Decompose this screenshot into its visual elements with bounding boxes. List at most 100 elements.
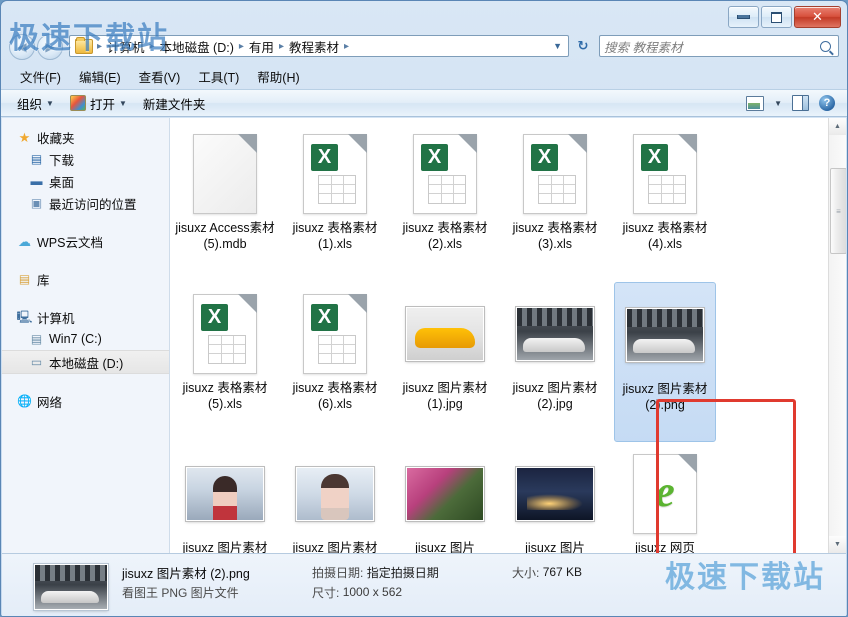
- scroll-up-button[interactable]: ▲: [829, 118, 846, 135]
- sidebar-item-downloads[interactable]: ▤ 下载: [2, 148, 169, 170]
- minimize-button[interactable]: [728, 6, 759, 28]
- sidebar-group-favorites[interactable]: ★ 收藏夹: [2, 126, 169, 148]
- preview-pane-icon[interactable]: [792, 95, 809, 111]
- search-icon: [820, 41, 831, 52]
- sidebar-item-win7-c[interactable]: ▤ Win7 (C:): [2, 328, 169, 350]
- breadcrumb-item-computer[interactable]: 计算机: [104, 37, 148, 56]
- image-thumbnail: [406, 467, 484, 521]
- organize-button[interactable]: 组织 ▼: [9, 91, 62, 116]
- file-item[interactable]: jisuxz 图片素材 (2).jpg: [504, 282, 606, 442]
- details-date-value[interactable]: 指定拍摄日期: [367, 564, 439, 581]
- file-item[interactable]: Xjisuxz 表格素材 (3).xls: [504, 122, 606, 282]
- search-input[interactable]: 搜索 教程素材: [604, 37, 820, 56]
- star-icon: ★: [16, 131, 33, 144]
- file-item[interactable]: Xjisuxz 表格素材 (5).xls: [174, 282, 276, 442]
- back-arrow-icon: ◀: [17, 40, 26, 54]
- file-item[interactable]: Xjisuxz 表格素材 (1).xls: [284, 122, 386, 282]
- breadcrumb-item-youyong[interactable]: 有用: [246, 37, 277, 56]
- sidebar-item-recent-places[interactable]: ▣ 最近访问的位置: [2, 192, 169, 214]
- sidebar-group-libraries[interactable]: ▤ 库: [2, 268, 169, 290]
- file-item[interactable]: jisuxz 图片: [504, 442, 606, 553]
- new-folder-button[interactable]: 新建文件夹: [135, 91, 214, 116]
- file-item[interactable]: jisuxz 图片素材 (1).jpg: [394, 282, 496, 442]
- menu-edit[interactable]: 编辑(E): [70, 65, 130, 88]
- file-item[interactable]: jisuxz 图片素材 (4).jpg: [284, 442, 386, 553]
- file-name-label: jisuxz 表格素材 (5).xls: [175, 380, 275, 412]
- view-layout-icon[interactable]: [746, 96, 764, 111]
- address-dropdown-icon[interactable]: ▼: [553, 41, 566, 51]
- file-thumbnail: e: [633, 448, 697, 540]
- details-size-row: 大小: 767 KB: [512, 562, 692, 582]
- file-list-view[interactable]: jisuxz Access素材 (5).mdbXjisuxz 表格素材 (1).…: [170, 118, 846, 553]
- breadcrumb-item-drive[interactable]: 本地磁盘 (D:): [157, 37, 237, 56]
- sidebar-spacer: [2, 214, 169, 230]
- vertical-scrollbar[interactable]: ▲ ≡ ▼: [828, 118, 846, 553]
- sidebar-spacer: [2, 374, 169, 390]
- image-thumbnail: [626, 308, 704, 362]
- details-column-date: 拍摄日期: 指定拍摄日期 尺寸: 1000 x 562: [312, 562, 512, 602]
- open-app-icon: [70, 95, 86, 111]
- drive-icon: ▭: [28, 356, 45, 368]
- details-size-key: 大小:: [512, 564, 539, 581]
- library-icon: ▤: [16, 273, 33, 285]
- recent-places-icon: ▣: [28, 197, 45, 209]
- sidebar-label: 下载: [49, 150, 74, 169]
- address-bar[interactable]: ▸ 计算机 ▸ 本地磁盘 (D:) ▸ 有用 ▸ 教程素材 ▸ ▼: [69, 35, 569, 57]
- back-button[interactable]: ◀: [9, 34, 35, 60]
- help-icon[interactable]: ?: [819, 95, 835, 111]
- menu-tools[interactable]: 工具(T): [189, 65, 248, 88]
- image-thumbnail: [516, 467, 594, 521]
- sidebar-label: 最近访问的位置: [49, 194, 137, 213]
- chevron-down-icon[interactable]: ▼: [774, 99, 782, 108]
- excel-file-icon: X: [413, 134, 477, 214]
- refresh-button[interactable]: ↻: [571, 35, 595, 57]
- sidebar-label: 网络: [37, 392, 62, 411]
- details-dimensions-value: 1000 x 562: [343, 585, 402, 599]
- details-column-name: jisuxz 图片素材 (2).png 看图王 PNG 图片文件: [122, 562, 312, 602]
- organize-label: 组织: [17, 94, 42, 113]
- breadcrumb-separator: ▸: [342, 41, 351, 52]
- breadcrumb-item-current[interactable]: 教程素材: [286, 37, 342, 56]
- desktop-icon: ▬: [28, 175, 45, 187]
- sidebar-group-computer[interactable]: 🖳 计算机: [2, 306, 169, 328]
- sidebar-item-local-disk-d[interactable]: ▭ 本地磁盘 (D:): [2, 350, 169, 374]
- details-pane: jisuxz 图片素材 (2).png 看图王 PNG 图片文件 拍摄日期: 指…: [2, 553, 846, 616]
- sidebar-spacer: [2, 290, 169, 306]
- command-bar-right: ▼ ?: [746, 95, 839, 111]
- excel-file-icon: X: [303, 294, 367, 374]
- minimize-icon: [737, 15, 750, 19]
- sidebar-label: 桌面: [49, 172, 74, 191]
- maximize-button[interactable]: [761, 6, 792, 28]
- file-item-selected[interactable]: jisuxz 图片素材 (2).png: [614, 282, 716, 442]
- sidebar-label: 本地磁盘 (D:): [49, 353, 123, 372]
- menu-view[interactable]: 查看(V): [130, 65, 190, 88]
- excel-badge-icon: X: [311, 304, 338, 331]
- forward-button[interactable]: ▶: [37, 34, 63, 60]
- command-bar: 组织 ▼ 打开 ▼ 新建文件夹 ▼ ?: [1, 89, 847, 117]
- address-row: ◀ ▶ ▸ 计算机 ▸ 本地磁盘 (D:) ▸ 有用 ▸ 教程素材 ▸ ▼ ↻ …: [1, 31, 847, 63]
- open-button[interactable]: 打开 ▼: [62, 91, 135, 116]
- file-item[interactable]: jisuxz Access素材 (5).mdb: [174, 122, 276, 282]
- file-item[interactable]: Xjisuxz 表格素材 (4).xls: [614, 122, 716, 282]
- search-box[interactable]: 搜索 教程素材: [599, 35, 839, 57]
- close-button[interactable]: ✕: [794, 6, 841, 28]
- file-item[interactable]: Xjisuxz 表格素材 (2).xls: [394, 122, 496, 282]
- explorer-body: ★ 收藏夹 ▤ 下载 ▬ 桌面 ▣ 最近访问的位置 ☁ WPS云文档: [2, 118, 846, 553]
- file-item[interactable]: Xjisuxz 表格素材 (6).xls: [284, 282, 386, 442]
- menu-help[interactable]: 帮助(H): [248, 65, 308, 88]
- file-name-label: jisuxz 图片: [395, 540, 495, 553]
- file-item[interactable]: jisuxz 图片: [394, 442, 496, 553]
- file-thumbnail: X: [193, 288, 257, 380]
- scroll-down-button[interactable]: ▼: [829, 536, 846, 553]
- sidebar-group-network[interactable]: 🌐 网络: [2, 390, 169, 412]
- file-item[interactable]: jisuxz 图片素材 (3).jpg: [174, 442, 276, 553]
- sidebar-item-desktop[interactable]: ▬ 桌面: [2, 170, 169, 192]
- scrollbar-thumb[interactable]: ≡: [830, 168, 846, 254]
- file-name-label: jisuxz 网页: [615, 540, 715, 553]
- file-name-label: jisuxz 图片: [505, 540, 605, 553]
- file-item[interactable]: ejisuxz 网页: [614, 442, 716, 553]
- folder-icon: [75, 39, 93, 54]
- close-icon: ✕: [812, 9, 823, 25]
- menu-file[interactable]: 文件(F): [11, 65, 70, 88]
- sidebar-group-wps-cloud[interactable]: ☁ WPS云文档: [2, 230, 169, 252]
